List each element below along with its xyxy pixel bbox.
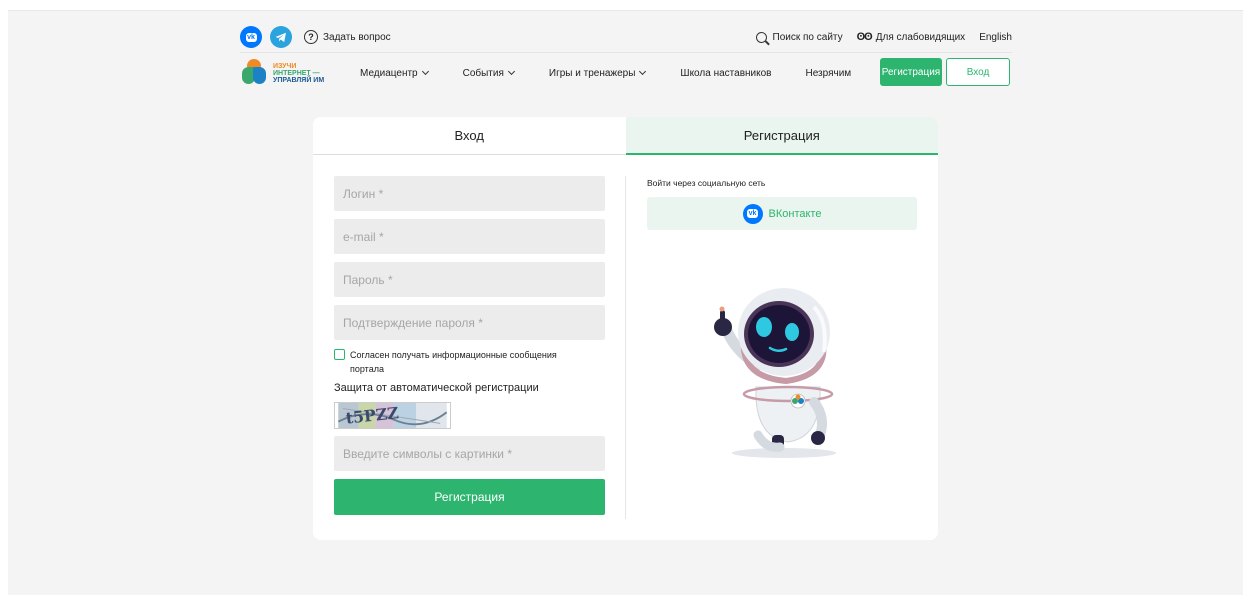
password-input[interactable]	[334, 262, 605, 297]
captcha-title: Защита от автоматической регистрации	[334, 382, 539, 394]
captcha-input[interactable]	[334, 436, 605, 471]
auth-tabs: Вход Регистрация	[313, 117, 938, 155]
tab-register[interactable]: Регистрация	[625, 117, 938, 155]
header-divider	[240, 52, 1012, 53]
captcha-image: t5PZZ	[334, 402, 451, 429]
password-confirm-input[interactable]	[334, 305, 605, 340]
site-search-link[interactable]: Поиск по сайту	[755, 31, 843, 43]
email-input[interactable]	[334, 219, 605, 254]
nav-item-mediacenter[interactable]: Медиацентр	[360, 67, 429, 79]
auth-card: Вход Регистрация Согласен получать инфор…	[313, 117, 938, 540]
chevron-down-icon	[421, 67, 429, 76]
vk-icon[interactable]: vk	[240, 26, 262, 48]
header-login-button[interactable]: Вход	[946, 58, 1010, 86]
vk-icon: vk	[742, 203, 763, 224]
tab-login[interactable]: Вход	[313, 117, 626, 155]
top-bar: vk ? Задать вопрос Поиск по сайту ʘʘ Для…	[240, 26, 1012, 48]
ask-question-link[interactable]: Задать вопрос	[323, 32, 391, 43]
login-input[interactable]	[334, 176, 605, 211]
robot-mascot-illustration	[714, 288, 836, 458]
logo-text: ИЗУЧИ ИНТЕРНЕТ — УПРАВЛЯЙ ИМ	[273, 62, 325, 84]
nav-item-blind[interactable]: Незрячим	[805, 68, 851, 79]
nav-item-mentor-school[interactable]: Школа наставников	[680, 68, 771, 79]
accessibility-label: Для слабовидящих	[875, 31, 966, 43]
social-login-title: Войти через социальную сеть	[647, 178, 766, 188]
header-register-button[interactable]: Регистрация	[880, 58, 942, 86]
main-nav: ИЗУЧИ ИНТЕРНЕТ — УПРАВЛЯЙ ИМ Медиацентр …	[240, 58, 1012, 88]
site-logo[interactable]: ИЗУЧИ ИНТЕРНЕТ — УПРАВЛЯЙ ИМ	[240, 59, 350, 87]
site-search-label: Поиск по сайту	[772, 31, 843, 43]
nav-item-events[interactable]: События	[463, 67, 515, 79]
chevron-down-icon	[507, 67, 515, 76]
registration-form: Согласен получать информационные сообщен…	[334, 176, 605, 515]
search-icon	[755, 31, 767, 43]
question-icon: ?	[304, 30, 318, 44]
register-submit-button[interactable]: Регистрация	[334, 479, 605, 515]
accessibility-link[interactable]: ʘʘ Для слабовидящих	[857, 31, 966, 43]
chevron-down-icon	[639, 67, 647, 76]
telegram-icon[interactable]	[270, 26, 292, 48]
language-link[interactable]: English	[979, 32, 1012, 43]
vk-login-button[interactable]: vk ВКонтакте	[647, 197, 917, 230]
column-divider	[625, 176, 626, 519]
nav-item-games[interactable]: Игры и тренажеры	[549, 67, 647, 79]
vk-login-label: ВКонтакте	[768, 207, 822, 220]
logo-mark	[240, 59, 268, 87]
consent-label: Согласен получать информационные сообщен…	[350, 350, 557, 374]
social-login: Войти через социальную сеть vk ВКонтакте	[647, 178, 917, 230]
consent-checkbox[interactable]	[334, 349, 345, 360]
consent-row: Согласен получать информационные сообщен…	[334, 348, 605, 376]
glasses-icon: ʘʘ	[856, 31, 873, 43]
